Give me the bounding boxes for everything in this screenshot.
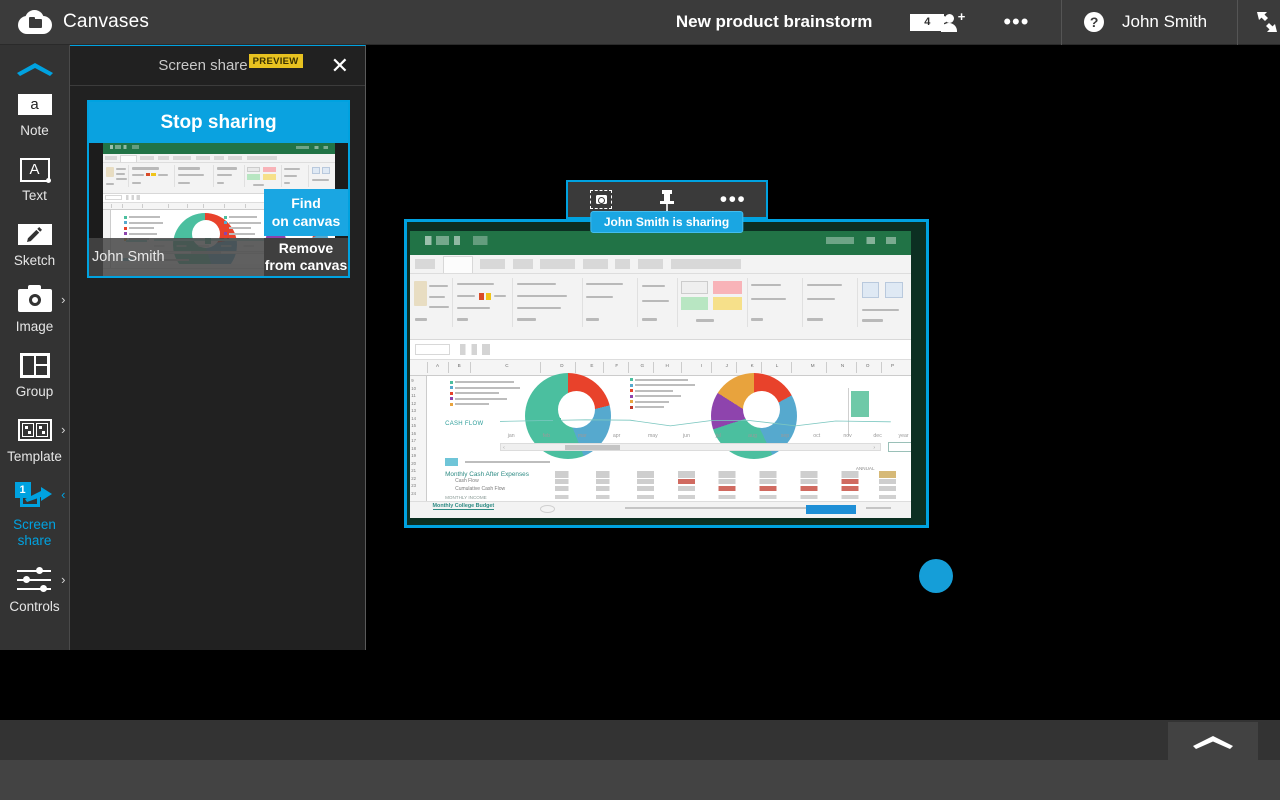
pin-icon[interactable] <box>645 185 689 215</box>
share-card: Stop sharing <box>87 100 350 278</box>
snapshot-icon[interactable] <box>579 185 623 215</box>
tool-rail: a Note A Text Sketch › Image <box>0 45 70 650</box>
sidebar-item-sketch[interactable]: Sketch <box>0 221 70 269</box>
sidebar-item-label: Screen share <box>13 517 56 549</box>
panel-title: Screen share <box>158 57 247 74</box>
sidebar-item-label: Controls <box>9 599 59 615</box>
shared-screen-object[interactable]: John Smith is sharing <box>404 219 929 528</box>
chevron-right-icon: › <box>61 575 65 585</box>
chevron-left-icon: ‹ <box>61 490 65 500</box>
group-icon <box>13 352 57 379</box>
find-on-canvas-button[interactable]: Find on canvas <box>264 189 348 236</box>
template-icon <box>13 417 57 444</box>
pencil-icon <box>13 221 57 248</box>
sidebar-item-text[interactable]: A Text <box>0 156 70 204</box>
header-divider <box>1061 0 1062 45</box>
sidebar-item-image[interactable]: › Image <box>0 287 70 335</box>
sheet-tab[interactable]: Monthly College Budget <box>433 503 495 510</box>
chevron-right-icon: › <box>61 425 65 435</box>
resize-handle[interactable] <box>919 559 953 593</box>
sidebar-item-group[interactable]: Group <box>0 352 70 400</box>
bottom-expand-chevron-up-icon[interactable] <box>1168 722 1258 760</box>
table-row: Cumulative Cash Flow <box>455 486 505 492</box>
stop-sharing-button[interactable]: Stop sharing <box>89 102 348 143</box>
remove-from-canvas-button[interactable]: Remove from canvas <box>264 238 348 276</box>
sidebar-item-template[interactable]: › Template <box>0 417 70 465</box>
object-more-dots: ••• <box>720 196 747 204</box>
preview-badge: PREVIEW <box>249 54 303 68</box>
share-thumbnail[interactable]: John Smith Find on canvas Remove from ca… <box>89 143 348 276</box>
app-root: Canvases New product brainstorm 4 + ••• … <box>0 0 1280 800</box>
excel-status-bar: Monthly College Budget <box>410 501 911 518</box>
sidebar-item-label: Image <box>16 319 54 335</box>
brand-label: Canvases <box>63 11 149 33</box>
header-divider-2 <box>1237 0 1238 45</box>
page-title: New product brainstorm <box>676 12 872 32</box>
sidebar-item-screen-share[interactable]: 1 ‹ Screen share <box>0 482 70 549</box>
screen-share-icon: 1 <box>13 482 57 512</box>
sidebar-item-label: Text <box>22 188 47 204</box>
brand[interactable]: Canvases <box>0 10 676 34</box>
canvas-area[interactable]: ••• John Smith is sharing <box>366 45 1280 720</box>
add-people-icon: + <box>939 11 965 33</box>
text-icon: A <box>13 156 57 183</box>
sidebar-item-label: Group <box>16 384 54 400</box>
expand-arrows-icon[interactable] <box>1254 9 1280 35</box>
sidebar-item-label: Note <box>20 123 49 139</box>
cloud-folder-icon <box>18 10 52 34</box>
table-section-label: MONTHLY INCOME <box>445 495 487 500</box>
note-icon: a <box>13 91 57 118</box>
sliders-icon <box>13 567 57 594</box>
participants-button[interactable]: 4 + <box>910 11 965 33</box>
sidebar-item-note[interactable]: a Note <box>0 91 70 139</box>
rail-collapse-chevron-up-icon[interactable] <box>13 57 57 79</box>
sidebar-item-controls[interactable]: › Controls <box>0 567 70 615</box>
sharer-name: John Smith <box>89 249 165 265</box>
cash-flow-label: CASH FLOW <box>445 421 483 427</box>
shared-screen-content: A B C D E F G H I J K L M N O <box>410 231 911 518</box>
sidebar-item-label: Sketch <box>14 253 55 269</box>
header-more-menu-button[interactable]: ••• <box>995 11 1037 33</box>
sidebar-item-label: Template <box>7 449 62 465</box>
user-name-label[interactable]: John Smith <box>1122 12 1207 32</box>
panel-header: Screen share PREVIEW ✕ <box>70 46 365 86</box>
chevron-right-icon: › <box>61 295 65 305</box>
table-row: Cash Flow <box>455 478 479 484</box>
table-header-row: Monthly Cash After Expenses <box>445 471 529 478</box>
camera-icon <box>13 287 57 314</box>
app-header: Canvases New product brainstorm 4 + ••• … <box>0 0 1280 45</box>
bottom-footer <box>0 760 1280 800</box>
sharing-status-badge: John Smith is sharing <box>590 211 743 233</box>
object-more-menu-button[interactable]: ••• <box>711 185 755 215</box>
screen-share-badge-count: 1 <box>15 482 31 498</box>
bottom-toolbar <box>0 720 1280 760</box>
close-icon[interactable]: ✕ <box>327 56 353 76</box>
help-icon[interactable]: ? <box>1084 12 1104 32</box>
screen-share-panel: Screen share PREVIEW ✕ Stop sharing <box>70 45 366 650</box>
